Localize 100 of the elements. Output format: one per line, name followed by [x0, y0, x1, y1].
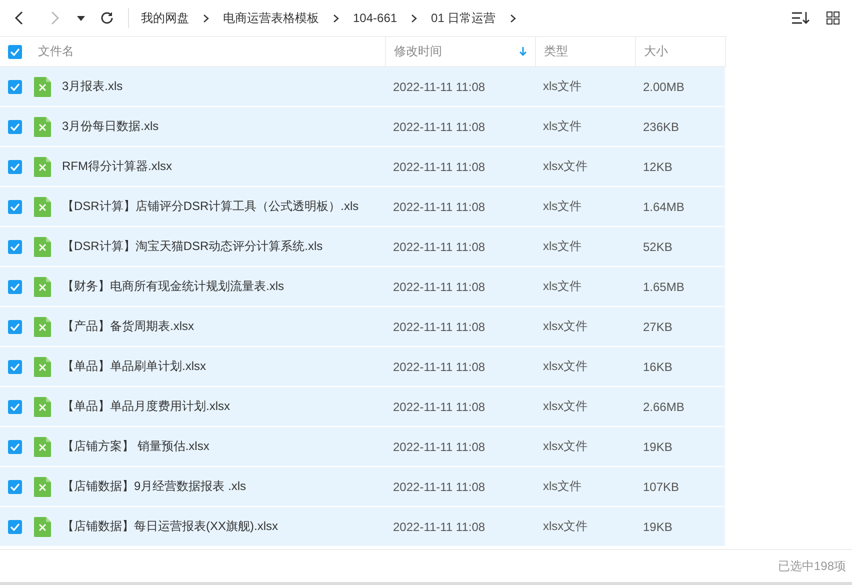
modified-time: 2022-11-11 11:08	[392, 200, 486, 214]
file-type: xls文件	[542, 198, 583, 215]
file-name: 【产品】备货周期表.xlsx	[62, 318, 194, 335]
file-type: xls文件	[542, 78, 583, 95]
breadcrumb-link[interactable]: 电商运营表格模板	[223, 10, 319, 26]
file-name: 【店铺数据】9月经营数据报表 .xls	[62, 478, 246, 495]
checkbox[interactable]	[8, 320, 22, 334]
modified-time: 2022-11-11 11:08	[392, 400, 486, 414]
spreadsheet-file-icon	[34, 516, 51, 536]
checkbox[interactable]	[8, 400, 22, 414]
file-type: xls文件	[542, 478, 583, 495]
file-row[interactable]: 【财务】电商所有现金统计规划流量表.xls 2022-11-11 11:08 xls文件 1.65MB	[0, 267, 725, 307]
file-name: 【DSR计算】店铺评分DSR计算工具（公式透明板）.xls	[62, 198, 359, 215]
spreadsheet-file-icon	[34, 436, 51, 456]
checkbox[interactable]	[8, 480, 22, 494]
file-name: 【单品】单品月度费用计划.xlsx	[62, 398, 230, 415]
file-size: 2.00MB	[642, 80, 686, 94]
modified-time: 2022-11-11 11:08	[392, 520, 486, 534]
modified-time: 2022-11-11 11:08	[392, 480, 486, 494]
modified-time: 2022-11-11 11:08	[392, 120, 486, 134]
checkbox[interactable]	[8, 44, 22, 58]
column-header[interactable]: 文件名	[38, 43, 377, 60]
spreadsheet-file-icon	[34, 116, 51, 136]
file-size: 2.66MB	[642, 400, 686, 414]
modified-time: 2022-11-11 11:08	[392, 280, 486, 294]
file-type: xlsx文件	[542, 358, 589, 375]
modified-time: 2022-11-11 11:08	[392, 80, 486, 94]
file-name: 【店铺数据】每日运营报表(XX旗舰).xlsx	[62, 518, 278, 535]
file-size: 236KB	[642, 120, 680, 134]
file-size: 107KB	[642, 480, 680, 494]
file-size: 19KB	[642, 440, 674, 454]
file-row[interactable]: 3月份每日数据.xls 2022-11-11 11:08 xls文件 236KB	[0, 107, 725, 147]
file-type: xlsx文件	[542, 318, 589, 335]
spreadsheet-file-icon	[34, 356, 51, 376]
file-type: xlsx文件	[542, 158, 589, 175]
grid-icon	[826, 11, 840, 25]
spreadsheet-file-icon	[34, 476, 51, 496]
file-row[interactable]: 3月报表.xls 2022-11-11 11:08 xls文件 2.00MB	[0, 67, 725, 107]
file-row[interactable]: 【单品】单品月度费用计划.xlsx 2022-11-11 11:08 xlsx文件 2.66MB	[0, 387, 725, 427]
file-size: 16KB	[642, 360, 674, 374]
spreadsheet-file-icon	[34, 76, 51, 96]
file-row[interactable]: 【产品】备货周期表.xlsx 2022-11-11 11:08 xlsx文件 27KB	[0, 307, 725, 347]
file-name: 3月份每日数据.xls	[62, 118, 159, 135]
file-type: xlsx文件	[542, 398, 589, 415]
spreadsheet-file-icon	[34, 156, 51, 176]
modified-time: 2022-11-11 11:08	[392, 160, 486, 174]
checkbox[interactable]	[8, 200, 22, 214]
file-name: 3月报表.xls	[62, 78, 123, 95]
checkbox[interactable]	[8, 360, 22, 374]
file-name: 【店铺方案】 销量预估.xlsx	[62, 438, 210, 455]
file-size: 12KB	[642, 160, 674, 174]
breadcrumb-link[interactable]: 01 日常运营	[431, 10, 496, 26]
modified-time: 2022-11-11 11:08	[392, 240, 486, 254]
checkbox[interactable]	[8, 80, 22, 94]
checkbox[interactable]	[8, 520, 22, 534]
modified-time: 2022-11-11 11:08	[392, 360, 486, 374]
checkbox[interactable]	[8, 240, 22, 254]
file-type: xls文件	[542, 118, 583, 135]
file-type: xlsx文件	[542, 438, 589, 455]
chevron-icon	[411, 14, 418, 22]
caret-icon	[77, 16, 85, 20]
breadcrumb-link[interactable]: 104-661	[353, 11, 398, 25]
file-type: xls文件	[542, 278, 583, 295]
spreadsheet-file-icon	[34, 236, 51, 256]
file-row[interactable]: 【DSR计算】淘宝天猫DSR动态评分计算系统.xls 2022-11-11 11:08 xls文件 52KB	[0, 227, 725, 267]
spreadsheet-file-icon	[34, 316, 51, 336]
selection-count: 已选中198项	[778, 558, 846, 574]
file-name: 【财务】电商所有现金统计规划流量表.xls	[62, 278, 284, 295]
file-row[interactable]: 【单品】单品刷单计划.xlsx 2022-11-11 11:08 xlsx文件 16KB	[0, 347, 725, 387]
checkbox[interactable]	[8, 160, 22, 174]
chevron-icon	[333, 14, 339, 22]
file-type: xlsx文件	[542, 518, 589, 535]
chevron-icon	[203, 14, 209, 22]
chevron-icon	[510, 14, 516, 22]
checkbox[interactable]	[8, 120, 22, 134]
sort-icon	[792, 11, 810, 25]
file-row[interactable]: 【店铺数据】每日运营报表(XX旗舰).xlsx 2022-11-11 11:08 xlsx文件 19KB	[0, 507, 725, 547]
file-size: 1.64MB	[642, 200, 686, 214]
file-row[interactable]: 【DSR计算】店铺评分DSR计算工具（公式透明板）.xls 2022-11-11 11:08 xls文件 1.64MB	[0, 187, 725, 227]
spreadsheet-file-icon	[34, 276, 51, 296]
modified-time: 2022-11-11 11:08	[392, 440, 486, 454]
file-name: 【单品】单品刷单计划.xlsx	[62, 358, 206, 375]
column-header[interactable]: 修改时间	[394, 43, 511, 60]
refresh-icon	[100, 11, 114, 25]
column-header[interactable]: 类型	[544, 43, 627, 60]
file-row[interactable]: RFM得分计算器.xlsx 2022-11-11 11:08 xlsx文件 12KB	[0, 147, 725, 187]
checkbox[interactable]	[8, 280, 22, 294]
modified-time: 2022-11-11 11:08	[392, 320, 486, 334]
file-type: xls文件	[542, 238, 583, 255]
file-name: RFM得分计算器.xlsx	[62, 158, 172, 175]
file-row[interactable]: 【店铺方案】 销量预估.xlsx 2022-11-11 11:08 xlsx文件 19KB	[0, 427, 725, 467]
spreadsheet-file-icon	[34, 396, 51, 416]
spreadsheet-file-icon	[34, 196, 51, 216]
checkbox[interactable]	[8, 440, 22, 454]
file-name: 【DSR计算】淘宝天猫DSR动态评分计算系统.xls	[62, 238, 323, 255]
file-row[interactable]: 【店铺数据】9月经营数据报表 .xls 2022-11-11 11:08 xls文件 107KB	[0, 467, 725, 507]
column-header[interactable]: 大小	[644, 43, 717, 60]
file-size: 27KB	[642, 320, 674, 334]
file-size: 19KB	[642, 520, 674, 534]
breadcrumb-link[interactable]: 我的网盘	[141, 10, 189, 26]
